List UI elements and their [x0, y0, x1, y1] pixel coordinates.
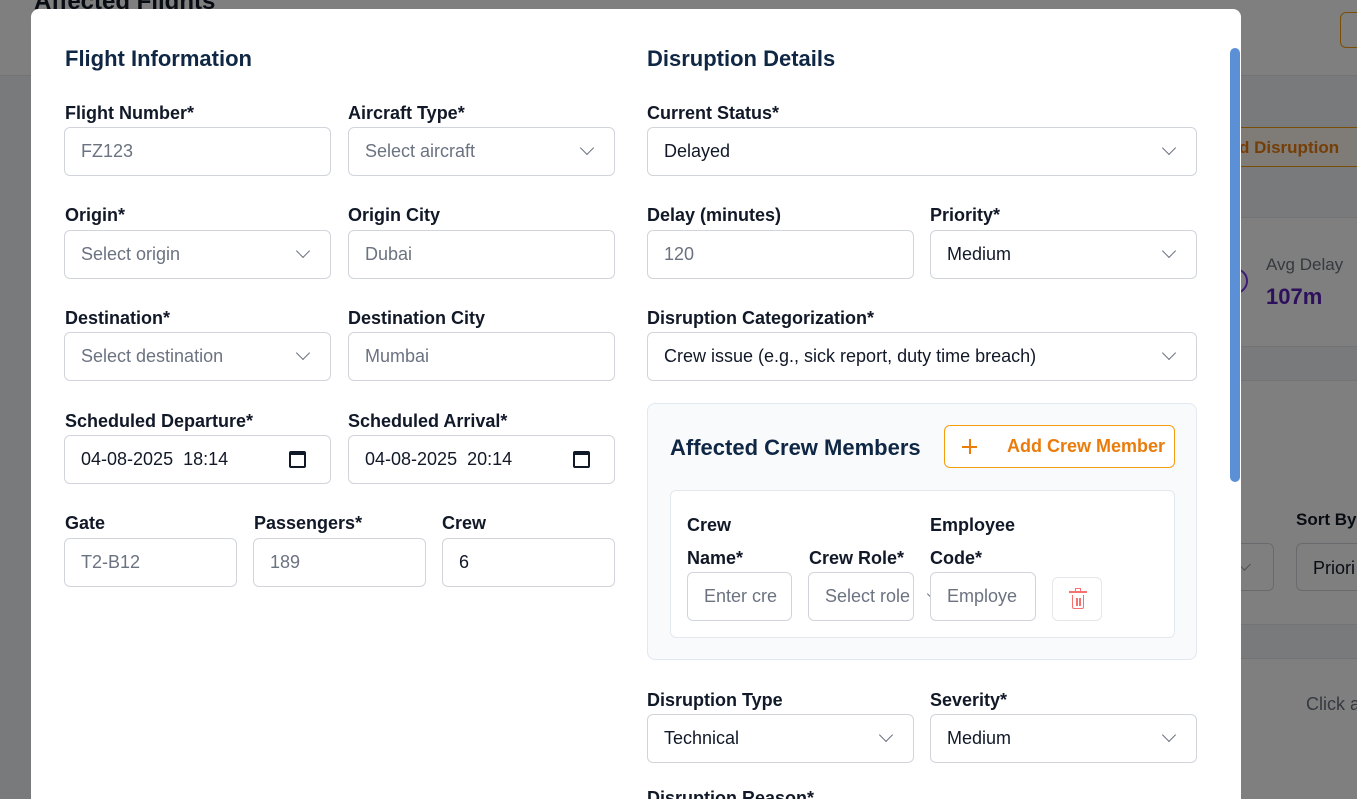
remove-crew-member-button[interactable]	[1052, 577, 1102, 621]
chevron-down-icon	[878, 727, 894, 743]
severity-label: Severity*	[930, 690, 1008, 710]
crew-role-select[interactable]: Select role	[808, 572, 914, 621]
categorization-value: Crew issue (e.g., sick report, duty time…	[664, 346, 1037, 366]
scheduled-arrival-value: 04-08-2025 20:14	[365, 449, 513, 469]
destination-city-value: Mumbai	[365, 346, 430, 366]
categorization-label: Disruption Categorization*	[647, 308, 875, 328]
calendar-icon[interactable]	[289, 451, 306, 468]
aircraft-type-placeholder: Select aircraft	[365, 141, 476, 161]
plus-icon	[962, 439, 977, 454]
chevron-down-icon	[295, 243, 311, 259]
delay-value: 120	[664, 244, 695, 264]
scheduled-arrival-label: Scheduled Arrival*	[348, 411, 508, 431]
crew-name-label-line2: Name*	[687, 548, 744, 568]
gate-value: T2-B12	[81, 552, 141, 572]
current-status-value: Delayed	[664, 141, 731, 161]
gate-input[interactable]: T2-B12	[64, 538, 237, 587]
add-crew-member-button[interactable]: Add Crew Member	[944, 425, 1175, 468]
scheduled-departure-input[interactable]: 04-08-2025 18:14	[64, 435, 331, 484]
categorization-select[interactable]: Crew issue (e.g., sick report, duty time…	[647, 332, 1197, 381]
chevron-down-icon	[579, 140, 595, 156]
disruption-details-title: Disruption Details	[647, 46, 836, 71]
current-status-select[interactable]: Delayed	[647, 127, 1197, 176]
crew-value: 6	[459, 552, 470, 572]
destination-label: Destination*	[65, 308, 171, 328]
scheduled-departure-value: 04-08-2025 18:14	[81, 449, 229, 469]
affected-crew-title: Affected Crew Members	[670, 435, 921, 460]
origin-select[interactable]: Select origin	[64, 230, 331, 279]
aircraft-type-label: Aircraft Type*	[348, 103, 465, 123]
employee-code-input[interactable]: Employe	[930, 572, 1036, 621]
disruption-type-value: Technical	[664, 728, 740, 748]
trash-icon	[1069, 588, 1087, 609]
crew-name-input[interactable]: Enter cre	[687, 572, 792, 621]
chevron-down-icon	[1161, 140, 1177, 156]
severity-value: Medium	[947, 728, 1012, 748]
employee-code-placeholder: Employe	[947, 586, 1018, 606]
origin-city-label: Origin City	[348, 205, 441, 225]
flight-number-input[interactable]: FZ123	[64, 127, 331, 176]
origin-city-value: Dubai	[365, 244, 413, 264]
destination-select[interactable]: Select destination	[64, 332, 331, 381]
chevron-down-icon	[295, 345, 311, 361]
flight-information-title: Flight Information	[65, 46, 252, 71]
origin-placeholder: Select origin	[81, 244, 181, 264]
crew-name-label-line1: Crew	[687, 515, 732, 535]
disruption-type-label: Disruption Type	[647, 690, 783, 710]
chevron-down-icon	[1161, 727, 1177, 743]
aircraft-type-select[interactable]: Select aircraft	[348, 127, 615, 176]
passengers-label: Passengers*	[254, 513, 363, 533]
passengers-input[interactable]: 189	[253, 538, 426, 587]
passengers-value: 189	[270, 552, 301, 572]
gate-label: Gate	[65, 513, 106, 533]
crew-role-placeholder: Select role	[825, 586, 911, 606]
scheduled-arrival-input[interactable]: 04-08-2025 20:14	[348, 435, 615, 484]
flight-number-label: Flight Number*	[65, 103, 194, 123]
scheduled-departure-label: Scheduled Departure*	[65, 411, 254, 431]
add-crew-member-label: Add Crew Member	[1007, 436, 1166, 456]
priority-label: Priority*	[930, 205, 1001, 225]
destination-city-label: Destination City	[348, 308, 486, 328]
delay-label: Delay (minutes)	[647, 205, 782, 225]
flight-number-value: FZ123	[81, 141, 134, 161]
priority-value: Medium	[947, 244, 1012, 264]
origin-city-input[interactable]: Dubai	[348, 230, 615, 279]
disruption-type-select[interactable]: Technical	[647, 714, 914, 763]
origin-label: Origin*	[65, 205, 126, 225]
chevron-down-icon	[1161, 243, 1177, 259]
severity-select[interactable]: Medium	[930, 714, 1197, 763]
modal-scrollbar-thumb[interactable]	[1230, 48, 1240, 482]
crew-name-placeholder: Enter cre	[704, 586, 778, 606]
calendar-icon[interactable]	[573, 451, 590, 468]
crew-role-label: Crew Role*	[809, 548, 905, 568]
crew-label: Crew	[442, 513, 487, 533]
employee-code-label-line2: Code*	[930, 548, 983, 568]
destination-placeholder: Select destination	[81, 346, 224, 366]
destination-city-input[interactable]: Mumbai	[348, 332, 615, 381]
priority-select[interactable]: Medium	[930, 230, 1197, 279]
employee-code-label-line1: Employee	[930, 515, 1016, 535]
current-status-label: Current Status*	[647, 103, 780, 123]
disruption-reason-label: Disruption Reason*	[647, 788, 815, 799]
delay-input[interactable]: 120	[647, 230, 914, 279]
crew-input[interactable]: 6	[442, 538, 615, 587]
chevron-down-icon	[1161, 345, 1177, 361]
